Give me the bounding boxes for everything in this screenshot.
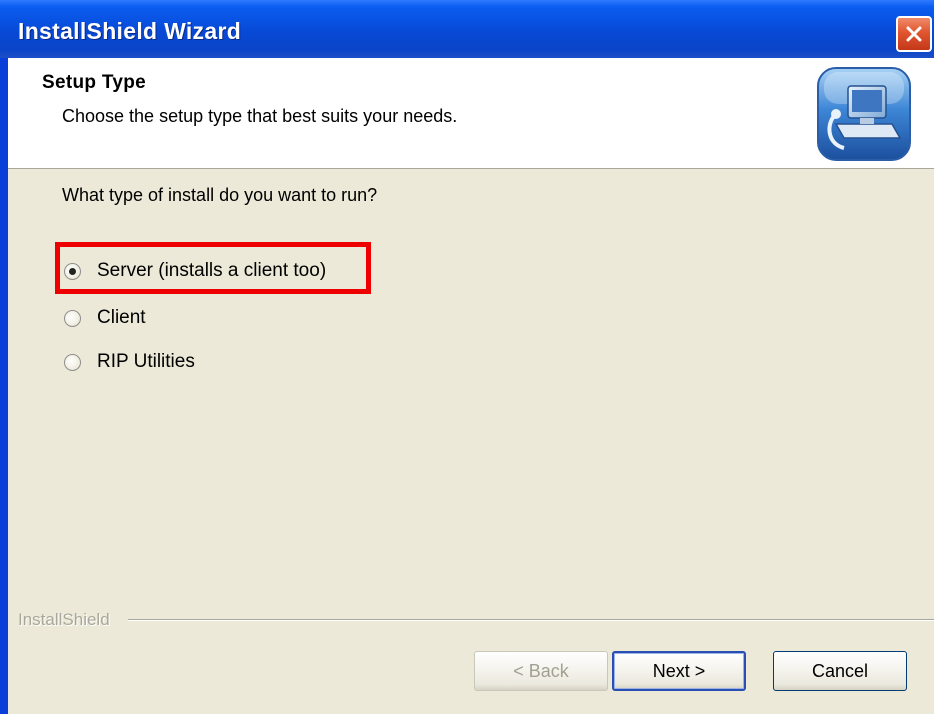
- radio-option-client[interactable]: Client: [64, 305, 146, 331]
- wizard-body: What type of install do you want to run?…: [8, 169, 934, 714]
- page-subtitle: Choose the setup type that best suits yo…: [62, 106, 458, 126]
- cancel-button[interactable]: Cancel: [773, 651, 907, 691]
- red-highlight-box: [55, 242, 371, 294]
- installer-window: InstallShield Wizard Setup Type Choose t…: [0, 0, 934, 714]
- title-bar[interactable]: InstallShield Wizard: [0, 0, 934, 58]
- brand-divider: [128, 619, 934, 621]
- back-button[interactable]: < Back: [474, 651, 608, 691]
- install-type-question: What type of install do you want to run?: [62, 185, 378, 205]
- installshield-brand: InstallShield: [18, 610, 110, 629]
- page-title: Setup Type: [42, 72, 146, 93]
- radio-label-client: Client: [97, 307, 146, 328]
- close-button[interactable]: [896, 16, 932, 52]
- radio-label-rip-utilities: RIP Utilities: [97, 351, 195, 372]
- window-title: InstallShield Wizard: [18, 18, 242, 44]
- radio-button-rip-utilities[interactable]: [64, 353, 81, 371]
- close-icon: [906, 26, 922, 42]
- computer-setup-icon: [817, 67, 911, 161]
- radio-option-rip-utilities[interactable]: RIP Utilities: [64, 349, 195, 375]
- wizard-header: Setup Type Choose the setup type that be…: [8, 58, 934, 169]
- next-button[interactable]: Next >: [612, 651, 746, 691]
- radio-button-client[interactable]: [64, 309, 81, 327]
